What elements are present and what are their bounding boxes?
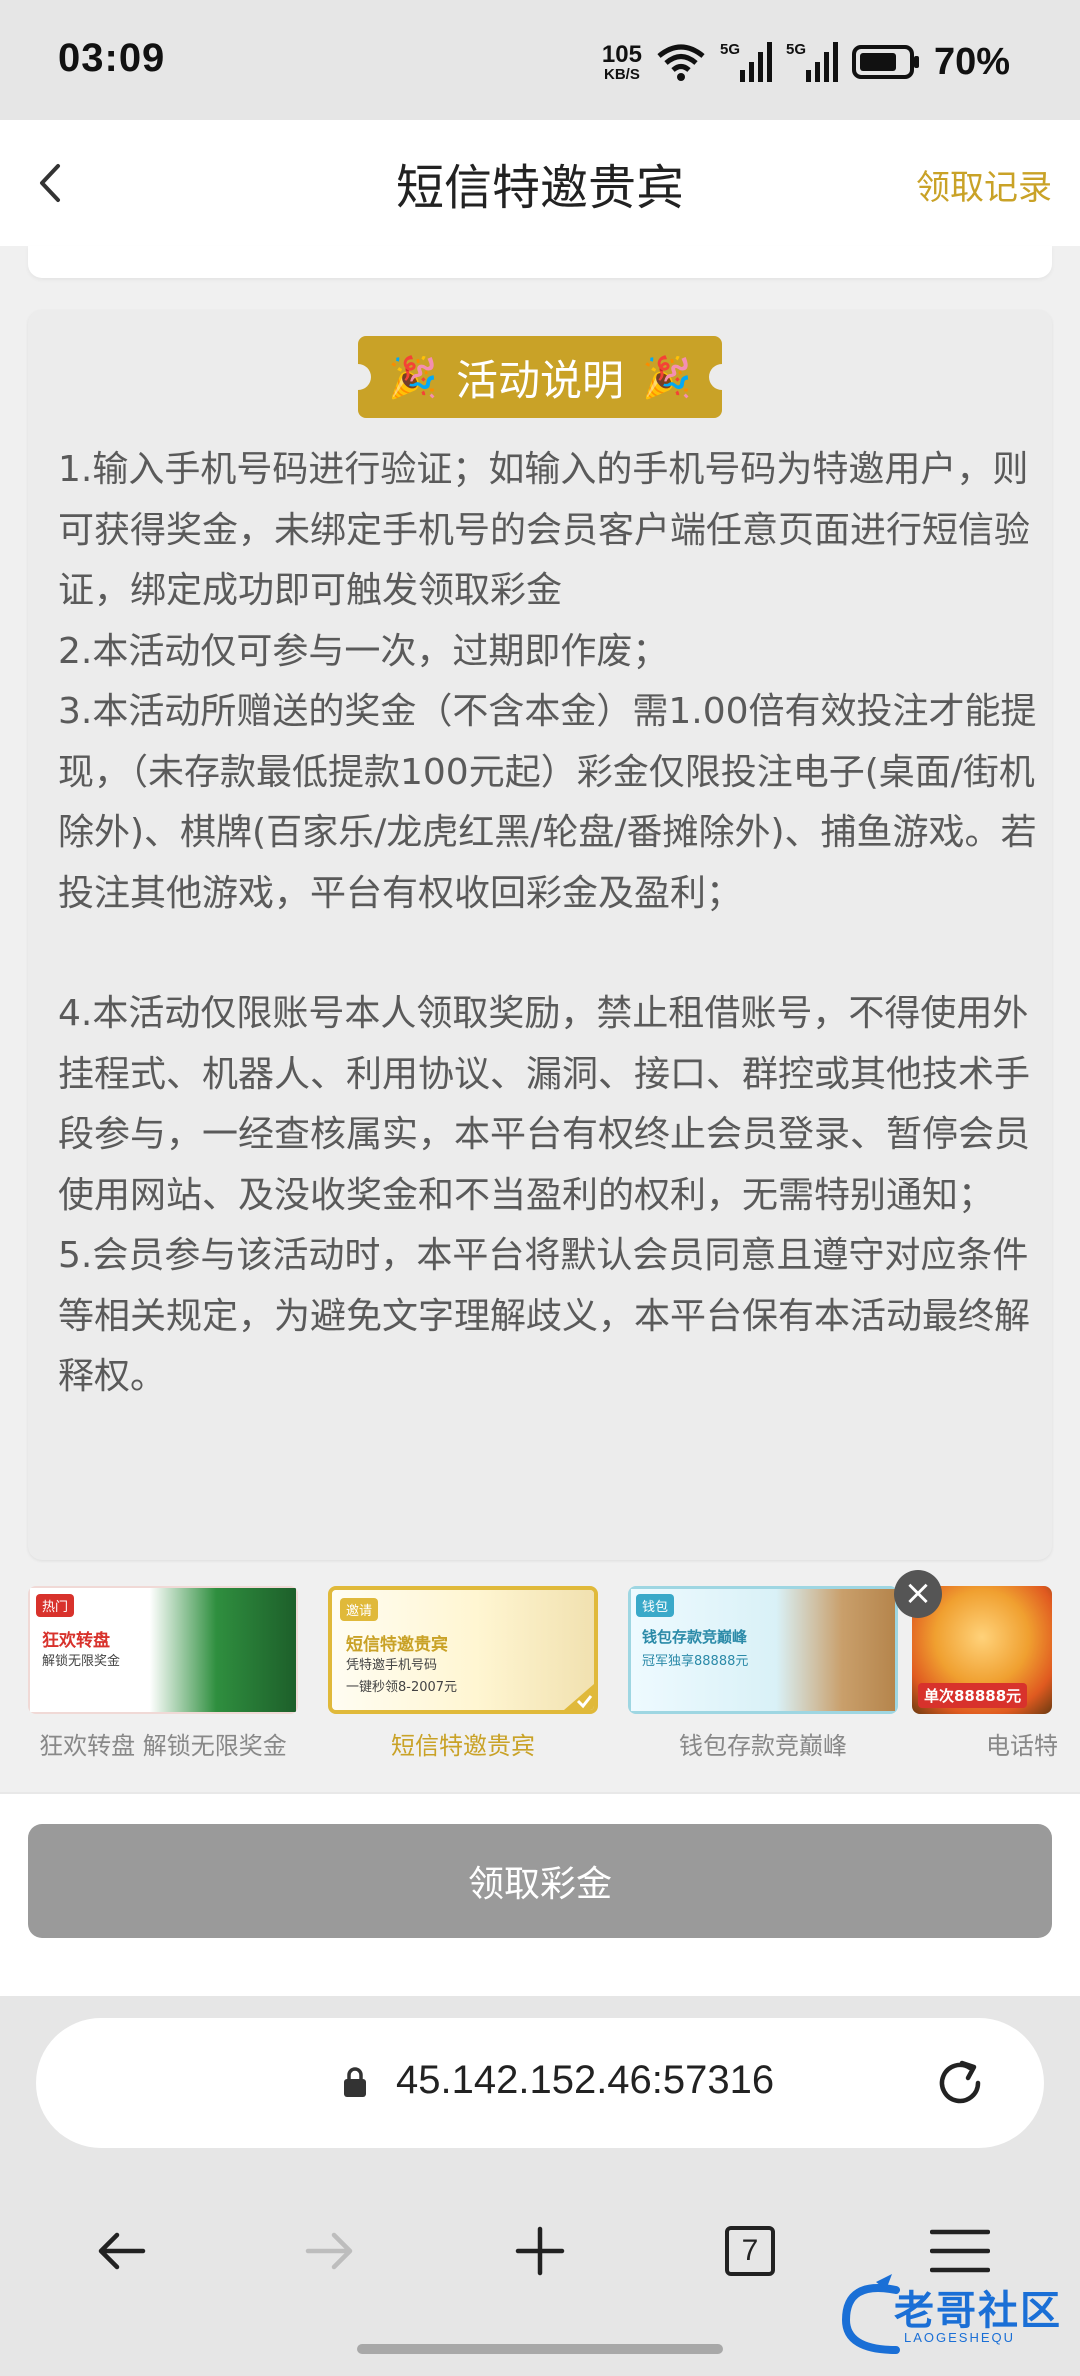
signal-5g-icon: 5G <box>720 41 772 82</box>
claim-area: 领取彩金 <box>0 1792 1080 1998</box>
reload-icon[interactable] <box>932 2055 988 2111</box>
rule-item: 2.本活动仅可参与一次，过期即作废； <box>58 630 669 672</box>
home-indicator[interactable] <box>357 2344 723 2354</box>
claim-bonus-button[interactable]: 领取彩金 <box>28 1824 1052 1938</box>
rules-text: 1.输入手机号码进行验证；如输入的手机号码为特邀用户，则可获得奖金，未绑定手机号… <box>58 440 1048 1408</box>
wifi-icon <box>657 44 705 81</box>
new-tab-button[interactable] <box>505 2216 575 2286</box>
promo-tile-sms-vip[interactable]: 邀请 短信特邀贵宾 凭特邀手机号码 一键秒领8-2007元 <box>328 1586 598 1714</box>
battery-percent: 70% <box>933 40 1010 83</box>
rule-item: 4.本活动仅限账号本人领取奖励，禁止租借账号，不得使用外挂程式、机器人、利用协议… <box>58 993 1031 1216</box>
arrow-left-icon <box>98 2232 146 2270</box>
rule-item: 5.会员参与该活动时，本平台将默认会员同意且遵守对应条件等相关规定，为避免文字理… <box>58 1235 1031 1397</box>
status-time: 03:09 <box>58 36 166 80</box>
rule-item: 1.输入手机号码进行验证；如输入的手机号码为特邀用户，则可获得奖金，未绑定手机号… <box>58 449 1031 611</box>
svg-text:5G: 5G <box>720 41 740 58</box>
rules-heading: 活动说明 <box>455 355 624 405</box>
address-bar[interactable]: 45.142.152.46:57316 <box>36 2018 1044 2148</box>
promo-carousel: 热门 狂欢转盘 解锁无限奖金 狂欢转盘 解锁无限奖金 邀请 短信特邀贵宾 凭特邀… <box>0 1570 1080 1760</box>
plus-icon <box>515 2226 565 2276</box>
browser-forward-button[interactable] <box>295 2216 365 2286</box>
promo-label[interactable]: 电话特 <box>912 1726 1080 1761</box>
url-text: 45.142.152.46:57316 <box>396 2058 775 2102</box>
party-popper-icon: 🎉 <box>642 354 692 401</box>
watermark-logo: 老哥社区 LAOGESHEQU <box>836 2270 1066 2360</box>
page-content: 🎉 活动说明 🎉 1.输入手机号码进行验证；如输入的手机号码为特邀用户，则可获得… <box>0 246 1080 1996</box>
promo-tile-wallet[interactable]: 钱包 钱包存款竞巅峰 冠军独享88888元 <box>628 1586 898 1714</box>
promo-label[interactable]: 钱包存款竞巅峰 <box>613 1726 913 1761</box>
rules-card: 🎉 活动说明 🎉 1.输入手机号码进行验证；如输入的手机号码为特邀用户，则可获得… <box>28 310 1052 1560</box>
close-icon[interactable]: × <box>894 1570 942 1618</box>
promo-label-active[interactable]: 短信特邀贵宾 <box>313 1726 613 1761</box>
status-icons: 105 KB/S 5G 5G 70% <box>602 34 1010 90</box>
svg-text:5G: 5G <box>786 41 806 58</box>
party-popper-icon: 🎉 <box>388 354 438 401</box>
tabs-button[interactable]: 7 <box>715 2216 785 2286</box>
tab-count: 7 <box>725 2226 775 2276</box>
previous-card <box>28 246 1052 278</box>
battery-icon <box>851 45 919 79</box>
signal-5g-icon-2: 5G <box>786 41 838 82</box>
check-icon <box>564 1684 594 1710</box>
rules-header-badge: 🎉 活动说明 🎉 <box>345 336 735 418</box>
arrow-right-icon <box>305 2232 353 2270</box>
status-bar: 03:09 105 KB/S 5G 5G 70% <box>0 0 1080 120</box>
browser-back-button[interactable] <box>86 2216 156 2286</box>
app-header: 短信特邀贵宾 领取记录 <box>0 120 1080 248</box>
rule-item: 3.本活动所赠送的奖金（不含本金）需1.00倍有效投注才能提现，（未存款最低提款… <box>58 691 1037 914</box>
claim-record-link[interactable]: 领取记录 <box>916 160 1052 209</box>
hamburger-menu-icon <box>930 2229 990 2273</box>
lock-icon <box>344 2067 366 2097</box>
promo-label[interactable]: 狂欢转盘 解锁无限奖金 <box>13 1726 313 1761</box>
promo-tile-wheel[interactable]: 热门 狂欢转盘 解锁无限奖金 <box>28 1586 298 1714</box>
net-speed: 105 KB/S <box>601 40 642 83</box>
